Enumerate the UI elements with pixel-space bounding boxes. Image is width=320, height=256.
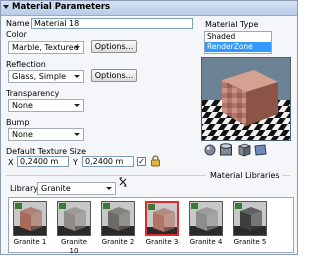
material-thumbnail[interactable] — [101, 201, 135, 236]
material-cube-icon — [190, 202, 222, 235]
texture-x-label: X — [8, 158, 14, 167]
material-thumbnail[interactable] — [189, 201, 223, 236]
transparency-label: Transparency — [6, 89, 60, 98]
transparency-combo-value: None — [12, 101, 33, 110]
library-combo-value: Granite — [41, 184, 71, 193]
reflection-label: Reflection — [6, 60, 46, 69]
bump-combo-value: None — [12, 130, 33, 139]
pin-icon[interactable] — [118, 177, 128, 187]
preview-render — [202, 58, 290, 140]
library-label: Library: — [10, 184, 41, 193]
material-thumbnail[interactable] — [233, 201, 267, 236]
texture-x-input[interactable]: 0,2400 m — [17, 156, 69, 167]
material-thumbnail-label: Granite 3 — [145, 238, 179, 246]
material-thumbnail-label: Granite 10 — [60, 238, 88, 255]
chevron-down-icon — [74, 46, 80, 49]
collapse-arrow-icon[interactable] — [3, 5, 9, 9]
reflection-options-button[interactable]: Options... — [91, 69, 137, 82]
libraries-section-title: Material Libraries — [210, 171, 280, 180]
lock-icon[interactable] — [150, 155, 161, 167]
material-cube-icon — [234, 202, 266, 235]
material-thumbnail-label: Granite 2 — [101, 238, 135, 246]
bump-label: Bump — [6, 118, 30, 127]
color-combo-value: Marble, Textured — [12, 43, 79, 52]
chevron-down-icon — [106, 187, 112, 190]
material-type-label: Material Type — [205, 20, 259, 29]
bump-combo[interactable]: None — [8, 128, 84, 141]
reflection-combo-value: Glass, Simple — [12, 72, 67, 81]
material-cube-icon — [58, 202, 90, 235]
transparency-combo[interactable]: None — [8, 99, 84, 112]
material-thumbnail-label: Granite 4 — [189, 238, 223, 246]
material-cube-icon — [147, 203, 177, 234]
small-material-icon — [59, 203, 66, 209]
material-type-option-shaded[interactable]: Shaded — [205, 32, 271, 42]
sphere-icon[interactable] — [204, 144, 216, 156]
color-combo[interactable]: Marble, Textured — [8, 41, 84, 54]
panel-title: Material Parameters — [12, 2, 111, 12]
material-type-option-renderzone[interactable]: RenderZone — [205, 42, 271, 52]
small-material-icon — [191, 203, 198, 209]
color-options-button[interactable]: Options... — [91, 40, 137, 53]
material-thumbnail[interactable] — [57, 201, 91, 236]
texture-size-label: Default Texture Size — [6, 147, 87, 156]
library-combo[interactable]: Granite — [37, 182, 116, 195]
material-preview — [201, 57, 291, 141]
small-material-icon — [15, 203, 22, 209]
material-thumbnail[interactable] — [13, 201, 47, 236]
chevron-down-icon — [74, 104, 80, 107]
material-thumbnail-label: Granite 5 — [233, 238, 267, 246]
texture-y-input[interactable]: 0,2400 m — [82, 156, 134, 167]
material-thumbnail[interactable] — [145, 201, 179, 236]
libraries-separator-right — [282, 175, 290, 176]
small-material-icon — [103, 203, 110, 209]
texture-y-label: Y — [73, 158, 78, 167]
material-thumbnail-label: Granite 1 — [13, 238, 47, 246]
chevron-down-icon — [74, 133, 80, 136]
small-material-icon — [148, 204, 155, 210]
name-label: Name — [6, 19, 30, 28]
small-material-icon — [235, 203, 242, 209]
plane-icon[interactable] — [254, 144, 267, 156]
material-cube-icon — [14, 202, 46, 235]
color-label: Color — [6, 30, 27, 39]
link-dimensions-checkbox[interactable]: ✓ — [137, 157, 146, 166]
chevron-down-icon — [74, 75, 80, 78]
material-cube-icon — [102, 202, 134, 235]
material-type-list[interactable]: Shaded RenderZone — [204, 31, 272, 54]
name-input[interactable]: Material 18 — [31, 18, 193, 29]
cube-icon[interactable] — [237, 142, 251, 157]
libraries-separator-left — [6, 175, 206, 176]
cylinder-icon[interactable] — [219, 142, 233, 157]
reflection-combo[interactable]: Glass, Simple — [8, 70, 84, 83]
